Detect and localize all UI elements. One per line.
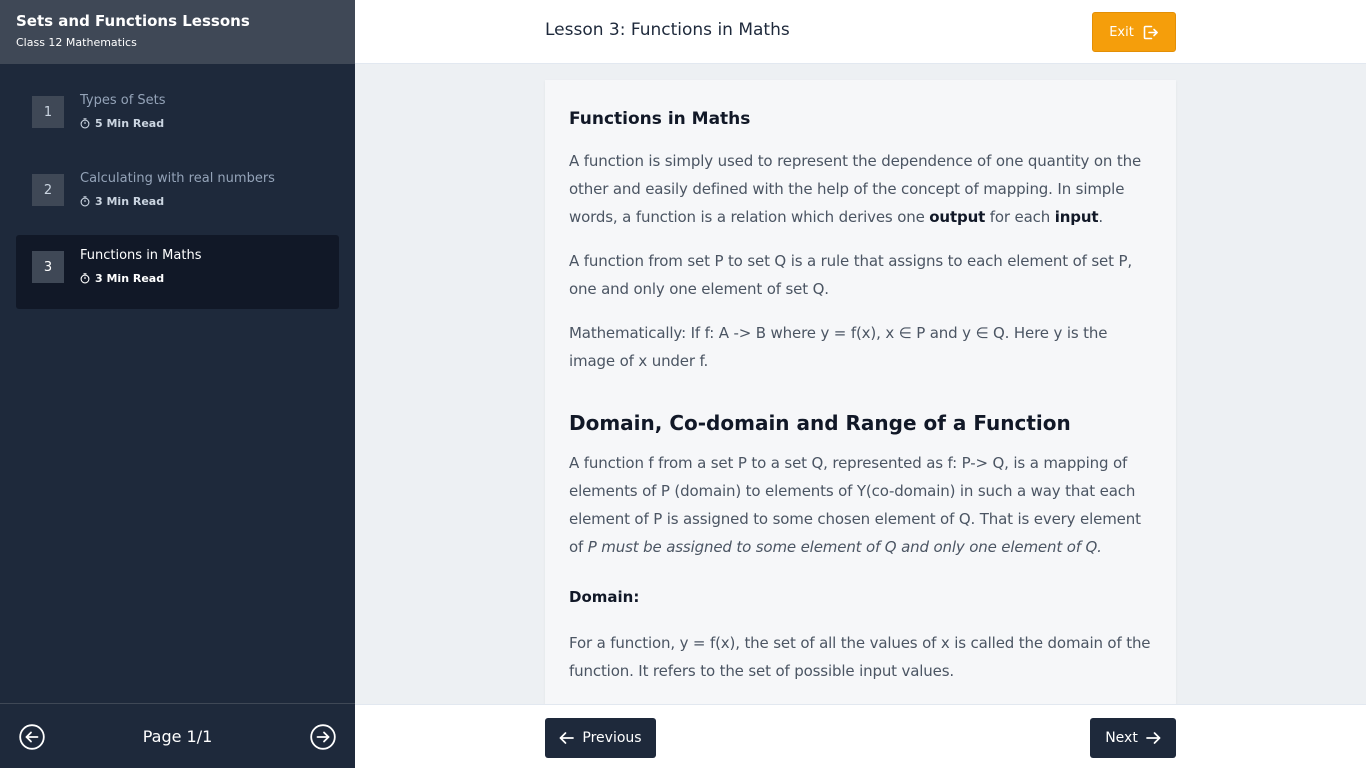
course-subtitle: Class 12 Mathematics	[16, 36, 137, 49]
stopwatch-icon	[80, 273, 90, 284]
previous-label: Previous	[582, 730, 642, 746]
lesson-title: Calculating with real numbers	[80, 171, 275, 186]
next-label: Next	[1105, 730, 1138, 746]
lesson-number: 2	[32, 174, 64, 206]
lesson-title: Functions in Maths	[80, 248, 202, 263]
next-button[interactable]: Next	[1090, 718, 1176, 758]
sidebar-header: Sets and Functions Lessons Class 12 Math…	[0, 0, 355, 64]
text-run: .	[1098, 208, 1104, 226]
exit-button[interactable]: Exit	[1092, 12, 1176, 52]
read-time-text: 3 Min Read	[95, 272, 165, 285]
sidebar: Sets and Functions Lessons Class 12 Math…	[0, 0, 355, 768]
lesson-number: 1	[32, 96, 64, 128]
lesson-item-types-of-sets[interactable]: 1 Types of Sets 5 Min Read	[16, 80, 339, 154]
paragraph-domain: For a function, y = f(x), the set of all…	[569, 634, 1151, 680]
bottom-bar: Previous Next	[355, 704, 1366, 768]
paragraph-mathematically: Mathematically: If f: A -> B where y = f…	[569, 324, 1108, 370]
lesson-read-time: 3 Min Read	[80, 272, 164, 285]
arrow-left-icon	[560, 732, 575, 744]
arrow-right-icon	[1145, 732, 1161, 744]
lesson-item-functions-in-maths[interactable]: 3 Functions in Maths 3 Min Read	[16, 235, 339, 309]
domain-label: Domain:	[569, 588, 640, 606]
bold-text-output: output	[929, 208, 986, 226]
paragraph-intro: A function is simply used to represent t…	[569, 147, 1152, 231]
read-time-text: 5 Min Read	[95, 117, 165, 130]
stopwatch-icon	[80, 196, 90, 207]
next-page-icon[interactable]	[310, 724, 336, 750]
paragraph-definition: A function from set P to set Q is a rule…	[569, 252, 1132, 298]
lesson-heading: Lesson 3: Functions in Maths	[545, 20, 790, 40]
section-heading: Functions in Maths	[569, 109, 751, 129]
previous-button[interactable]: Previous	[545, 718, 656, 758]
bold-text-input: input	[1054, 208, 1099, 226]
exit-label: Exit	[1109, 24, 1134, 40]
lesson-content: Functions in Maths A function is simply …	[545, 80, 1176, 704]
course-title: Sets and Functions Lessons	[16, 12, 250, 30]
italic-text: P must be assigned to some element of Q …	[587, 538, 1102, 556]
stopwatch-icon	[80, 118, 90, 129]
section-heading-domain-range: Domain, Co-domain and Range of a Functio…	[569, 411, 1071, 435]
page-indicator: Page 1/1	[142, 727, 213, 746]
lesson-read-time: 5 Min Read	[80, 117, 164, 130]
top-bar: Lesson 3: Functions in Maths Exit	[355, 0, 1366, 64]
lesson-number: 3	[32, 251, 64, 283]
lesson-read-time: 3 Min Read	[80, 195, 164, 208]
read-time-text: 3 Min Read	[95, 195, 165, 208]
lesson-item-calculating-real-numbers[interactable]: 2 Calculating with real numbers 3 Min Re…	[16, 158, 339, 232]
sidebar-pagination: Page 1/1	[0, 703, 355, 768]
text-run: for each	[985, 208, 1055, 226]
paragraph-mapping: A function f from a set P to a set Q, re…	[569, 449, 1152, 561]
logout-icon	[1143, 25, 1158, 39]
lesson-title: Types of Sets	[80, 93, 166, 108]
